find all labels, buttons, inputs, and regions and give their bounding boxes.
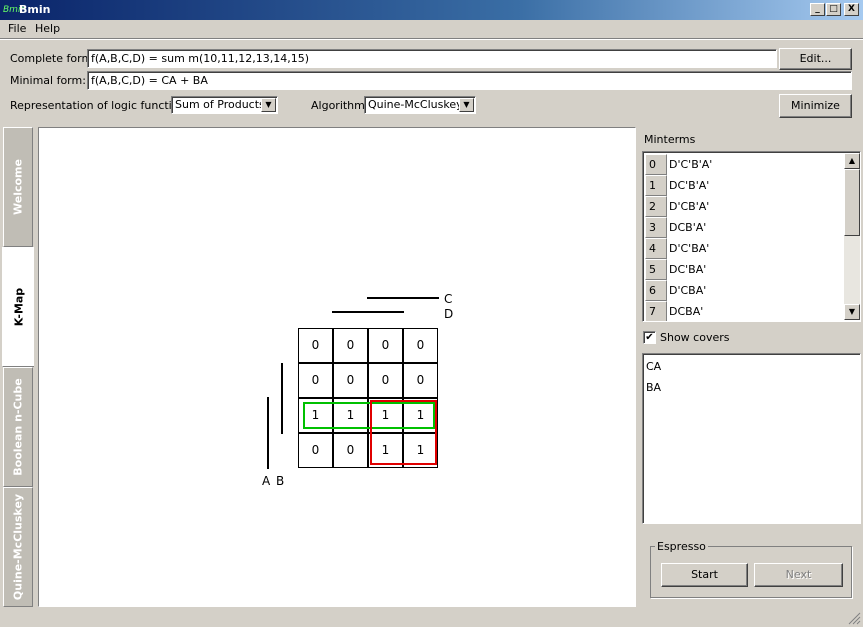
minterm-term: DC'BA'	[669, 263, 707, 276]
kmap-cell[interactable]: 0	[403, 363, 438, 398]
menu-file[interactable]: File	[5, 21, 29, 37]
kmap-cell[interactable]: 0	[368, 328, 403, 363]
minterm-row[interactable]: 7 DCBA'	[645, 301, 845, 321]
d-variable-label: D	[444, 307, 454, 321]
minterm-index: 3	[645, 217, 667, 238]
tab-welcome-label: Welcome	[11, 159, 25, 215]
a-variable-bar	[267, 397, 269, 469]
minimal-form-label: Minimal form:	[10, 74, 86, 87]
minterm-term: D'CB'A'	[669, 200, 710, 213]
resize-grip-icon[interactable]	[848, 612, 861, 625]
kmap-cell[interactable]: 0	[298, 363, 333, 398]
edit-button[interactable]: Edit...	[779, 48, 852, 70]
menu-help[interactable]: Help	[32, 21, 63, 37]
tab-boolean-n-cube-label: Boolean n-Cube	[11, 378, 25, 476]
tab-quine-mccluskey-label: Quine-McCluskey	[11, 493, 25, 601]
minterm-term: DCB'A'	[669, 221, 707, 234]
b-variable-bar	[281, 363, 283, 434]
algorithm-label: Algorithm:	[311, 99, 369, 112]
algorithm-value: Quine-McCluskey	[368, 98, 463, 111]
kmap-cell[interactable]: 0	[333, 363, 368, 398]
representation-value: Sum of Products	[175, 98, 265, 111]
minterm-row[interactable]: 3 DCB'A'	[645, 217, 845, 238]
chevron-down-icon[interactable]: ▼	[459, 98, 474, 112]
minterm-term: D'C'BA'	[669, 242, 710, 255]
maximize-window-button[interactable]: □	[826, 3, 841, 16]
scroll-up-icon[interactable]: ▲	[844, 153, 860, 169]
minterm-row[interactable]: 0 D'C'B'A'	[645, 154, 845, 175]
c-variable-bar	[367, 297, 439, 299]
kmap-cell[interactable]: 0	[403, 328, 438, 363]
menu-divider-highlight	[0, 39, 863, 40]
minimal-form-field[interactable]: f(A,B,C,D) = CA + BA	[87, 71, 852, 90]
cover-item[interactable]: BA	[646, 381, 661, 395]
kmap-panel: 0000000011110011 C D A B	[38, 127, 636, 607]
kmap-cell[interactable]: 0	[298, 328, 333, 363]
minterm-index: 1	[645, 175, 667, 196]
b-variable-label: B	[276, 474, 285, 488]
tab-boolean-n-cube[interactable]: Boolean n-Cube	[3, 367, 33, 487]
minterm-row[interactable]: 5 DC'BA'	[645, 259, 845, 280]
complete-form-field[interactable]: f(A,B,C,D) = sum m(10,11,12,13,14,15)	[87, 49, 777, 68]
cover-item[interactable]: CA	[646, 360, 661, 374]
tab-quine-mccluskey[interactable]: Quine-McCluskey	[3, 487, 33, 607]
complete-form-label: Complete form:	[10, 52, 96, 65]
tab-k-map-label: K-Map	[12, 287, 25, 327]
kmap-cell[interactable]: 0	[333, 433, 368, 468]
espresso-title: Espresso	[655, 540, 708, 554]
minterm-term: D'CBA'	[669, 284, 707, 297]
chevron-down-icon[interactable]: ▼	[261, 98, 276, 112]
next-button[interactable]: Next	[754, 563, 843, 587]
close-window-button[interactable]: X	[844, 3, 859, 16]
minimize-window-button[interactable]: _	[810, 3, 825, 16]
minterm-index: 0	[645, 154, 667, 175]
covers-list[interactable]: CA BA	[642, 353, 861, 524]
minterms-header: Minterms	[644, 133, 696, 146]
minimize-button[interactable]: Minimize	[779, 94, 852, 118]
minterm-rows: 0 D'C'B'A' 1 DC'B'A' 2 D'CB'A' 3 DCB'A' 4 D'C'BA'…	[643, 152, 843, 321]
show-covers-checkbox[interactable]: ✔	[643, 331, 656, 344]
minterm-index: 7	[645, 301, 667, 321]
minterm-row[interactable]: 4 D'C'BA'	[645, 238, 845, 259]
kmap-cell[interactable]: 0	[333, 328, 368, 363]
minterm-term: DCBA'	[669, 305, 704, 318]
algorithm-select[interactable]: Quine-McCluskey ▼	[364, 96, 476, 114]
representation-select[interactable]: Sum of Products ▼	[171, 96, 278, 114]
a-variable-label: A	[262, 474, 271, 488]
tab-k-map[interactable]: K-Map	[2, 247, 34, 367]
minterm-row[interactable]: 2 D'CB'A'	[645, 196, 845, 217]
minterms-list[interactable]: 0 D'C'B'A' 1 DC'B'A' 2 D'CB'A' 3 DCB'A' 4 D'C'BA'…	[642, 151, 861, 322]
start-button[interactable]: Start	[661, 563, 748, 587]
title-bar: Bmin Bmin _ □ X	[0, 0, 863, 20]
tab-welcome[interactable]: Welcome	[3, 127, 33, 247]
cover-ba	[370, 400, 437, 465]
representation-label: Representation of logic function:	[10, 99, 190, 112]
scrollbar-thumb[interactable]	[844, 169, 860, 236]
c-variable-label: C	[444, 292, 453, 306]
d-variable-bar	[332, 311, 404, 313]
kmap-grid: 0000000011110011	[39, 128, 635, 606]
minterm-index: 6	[645, 280, 667, 301]
app-logo-icon: Bmin	[3, 5, 27, 15]
minterm-index: 5	[645, 259, 667, 280]
minterm-index: 4	[645, 238, 667, 259]
minterm-row[interactable]: 6 D'CBA'	[645, 280, 845, 301]
window-title: Bmin	[19, 3, 51, 16]
show-covers-label: Show covers	[660, 331, 730, 344]
minterm-term: D'C'B'A'	[669, 158, 713, 171]
kmap-cell[interactable]: 0	[368, 363, 403, 398]
kmap-cell[interactable]: 0	[298, 433, 333, 468]
minterm-index: 2	[645, 196, 667, 217]
scroll-down-icon[interactable]: ▼	[844, 304, 860, 320]
minterm-term: DC'B'A'	[669, 179, 710, 192]
minterm-row[interactable]: 1 DC'B'A'	[645, 175, 845, 196]
